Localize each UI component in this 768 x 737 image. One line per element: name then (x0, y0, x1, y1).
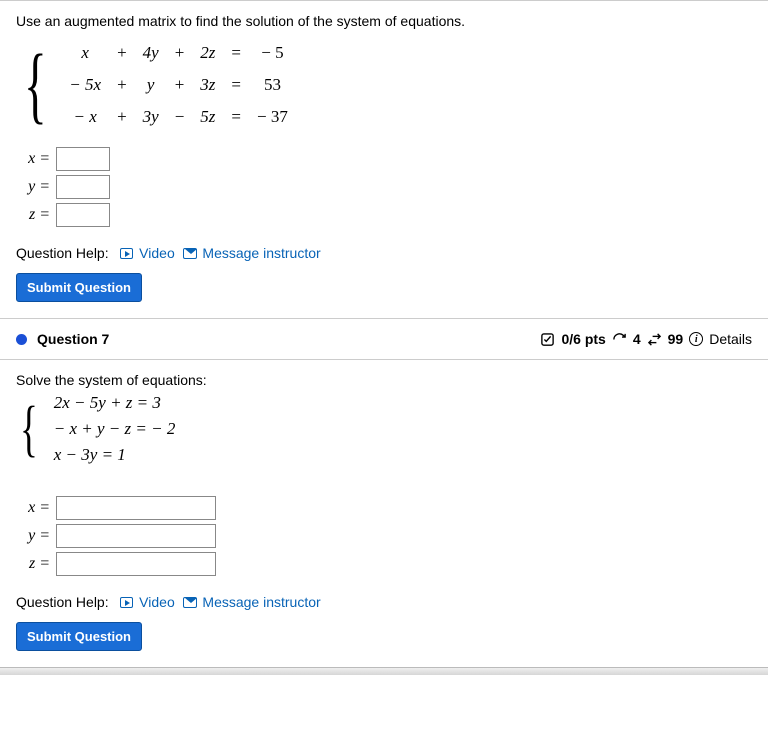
question-7-header[interactable]: Question 7 0/6 pts 4 99 i Details (0, 318, 768, 360)
q6-y-label: y = (16, 178, 50, 196)
video-icon (120, 248, 133, 259)
checkbox-icon (540, 332, 555, 347)
q6-x-label: x = (16, 150, 50, 168)
q7-submit-button[interactable]: Submit Question (16, 622, 142, 651)
q6-help-row: Question Help: Video Message instructor (16, 245, 752, 261)
q7-x-label: x = (16, 499, 50, 517)
q6-video-link[interactable]: Video (139, 245, 175, 261)
brace-icon: { (24, 43, 47, 127)
question-6-body: Use an augmented matrix to find the solu… (0, 1, 768, 318)
q6-z-label: z = (16, 206, 50, 224)
q7-details-link[interactable]: Details (709, 331, 752, 347)
q6-message-link[interactable]: Message instructor (202, 245, 320, 261)
q7-video-link[interactable]: Video (139, 594, 175, 610)
q7-x-input[interactable] (56, 496, 216, 520)
q7-eq1: 2x − 5y + z = 3 (54, 390, 176, 416)
q7-eq2: − x + y − z = − 2 (54, 416, 176, 442)
q7-eq3: x − 3y = 1 (54, 442, 176, 468)
q6-system: { x + 4y + 2z = − 5 − 5x + y + 3z = 53 −… (24, 43, 752, 127)
mail-icon (183, 597, 197, 608)
expand-icon[interactable] (16, 334, 27, 345)
q6-z-input[interactable] (56, 203, 110, 227)
q7-status: 0/6 pts 4 99 i Details (540, 331, 752, 347)
q6-x-input[interactable] (56, 147, 110, 171)
q6-submit-button[interactable]: Submit Question (16, 273, 142, 302)
q7-message-link[interactable]: Message instructor (202, 594, 320, 610)
mail-icon (183, 248, 197, 259)
retry-icon (612, 332, 627, 347)
bottom-strip (0, 667, 768, 675)
info-icon[interactable]: i (689, 332, 703, 346)
q7-z-input[interactable] (56, 552, 216, 576)
q7-y-label: y = (16, 527, 50, 545)
q7-help-row: Question Help: Video Message instructor (16, 594, 752, 610)
q6-equation-grid: x + 4y + 2z = − 5 − 5x + y + 3z = 53 − x… (69, 43, 304, 127)
video-icon (120, 597, 133, 608)
q7-y-input[interactable] (56, 524, 216, 548)
q6-prompt: Use an augmented matrix to find the solu… (16, 13, 752, 29)
swap-icon (647, 332, 662, 347)
q6-y-input[interactable] (56, 175, 110, 199)
q7-prompt: Solve the system of equations: (16, 372, 752, 388)
q7-z-label: z = (16, 555, 50, 573)
question-7-body: Solve the system of equations: { 2x − 5y… (0, 360, 768, 667)
q7-title: Question 7 (37, 331, 540, 347)
q7-system: { 2x − 5y + z = 3 − x + y − z = − 2 x − … (20, 390, 752, 468)
brace-icon: { (20, 390, 38, 468)
